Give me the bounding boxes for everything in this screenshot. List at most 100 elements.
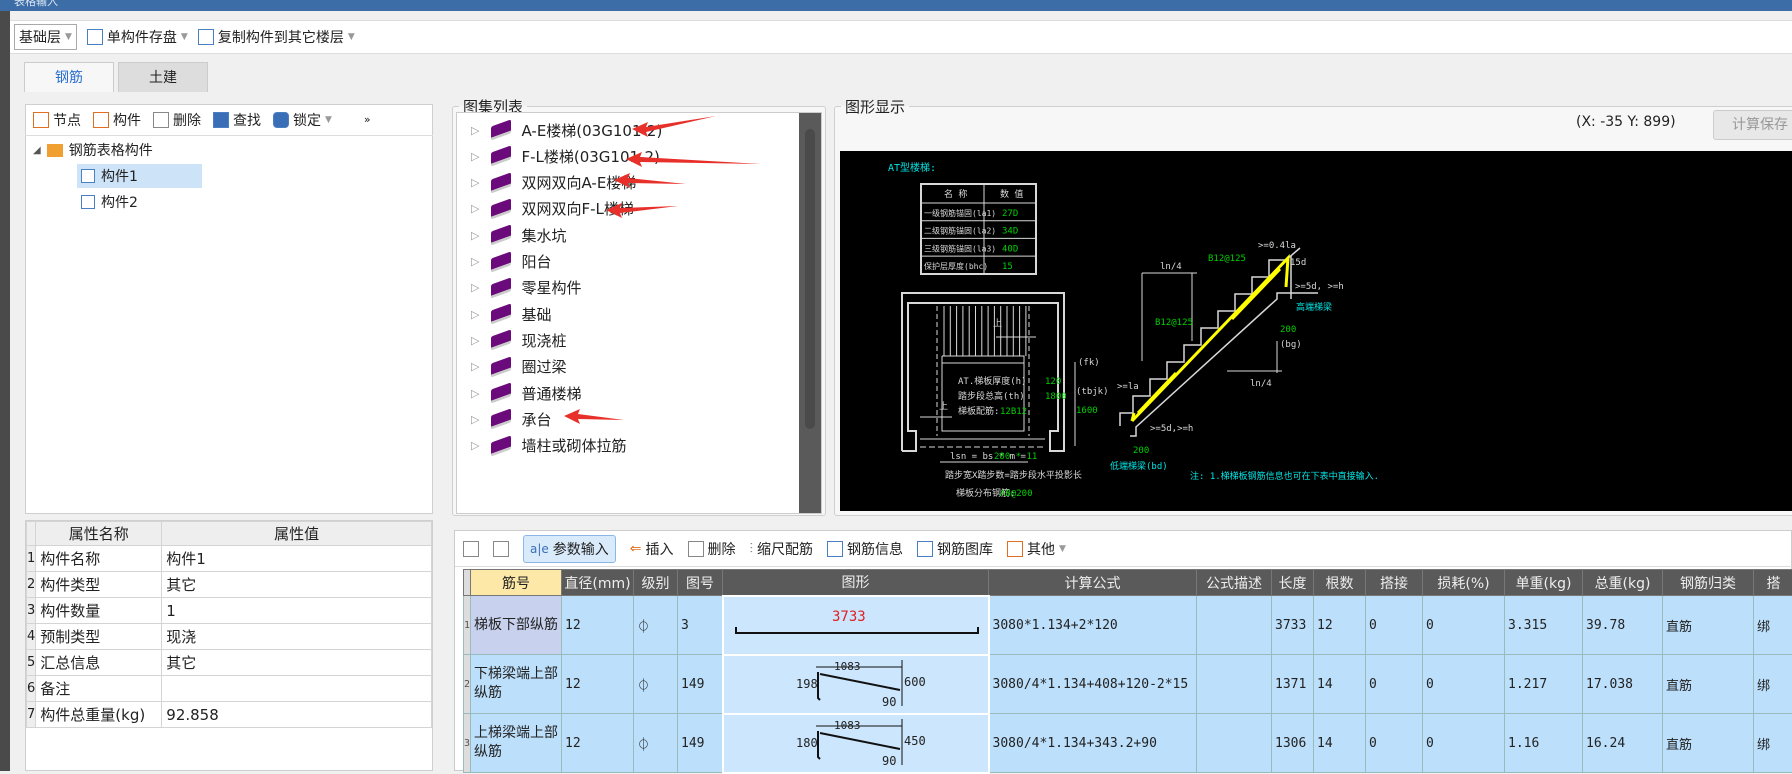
formula-desc-cell[interactable]	[1197, 596, 1272, 655]
add-node-button[interactable]: 节点	[33, 110, 81, 130]
diameter-cell[interactable]: 12	[562, 596, 634, 655]
column-header[interactable]: 钢筋归类	[1663, 570, 1754, 596]
table-row[interactable]: 1梯板下部纵筋12⏀337333080*1.134+2*120373312003…	[464, 596, 1792, 655]
bar-name-cell[interactable]: 梯板下部纵筋	[471, 596, 562, 655]
column-header[interactable]: 单重(kg)	[1505, 570, 1583, 596]
count-cell[interactable]: 12	[1314, 596, 1366, 655]
lock-button[interactable]: 锁定▼	[273, 110, 332, 130]
tree-item-component1[interactable]: 构件1	[77, 164, 202, 188]
shape-cell[interactable]: 3733	[723, 596, 989, 655]
unit-weight-cell[interactable]: 3.315	[1505, 596, 1583, 655]
diameter-cell[interactable]: 12	[562, 655, 634, 714]
lap-cell[interactable]: 0	[1366, 714, 1423, 773]
row-number[interactable]: 3	[464, 714, 471, 773]
lap-cell[interactable]: 0	[1366, 596, 1423, 655]
loss-cell[interactable]: 0	[1423, 655, 1505, 714]
property-value[interactable]	[162, 676, 432, 702]
property-value[interactable]: 其它	[162, 572, 432, 598]
column-header[interactable]: 筋号	[471, 570, 562, 596]
lap-type-cell[interactable]: 绑	[1754, 596, 1792, 655]
column-header[interactable]: 图形	[723, 570, 989, 596]
rebar-library-button[interactable]: 钢筋图库	[917, 539, 993, 559]
find-button[interactable]: 查找	[213, 110, 261, 130]
column-header[interactable]: 公式描述	[1197, 570, 1272, 596]
figure-no-cell[interactable]: 149	[678, 714, 723, 773]
move-down-icon[interactable]	[493, 541, 509, 557]
formula-cell[interactable]: 3080/4*1.134+343.2+90	[989, 714, 1197, 773]
rebar-class-cell[interactable]: 直筋	[1663, 596, 1754, 655]
length-cell[interactable]: 1371	[1272, 655, 1314, 714]
column-header[interactable]: 图号	[678, 570, 723, 596]
grade-cell[interactable]: ⏀	[634, 655, 678, 714]
property-value[interactable]: 92.858	[162, 702, 432, 728]
figure-no-cell[interactable]: 3	[678, 596, 723, 655]
formula-desc-cell[interactable]	[1197, 714, 1272, 773]
loss-cell[interactable]: 0	[1423, 596, 1505, 655]
drawing-note: 注: 1.梯梯板钢筋信息也可在下表中直接输入.	[1190, 470, 1379, 482]
total-weight-cell[interactable]: 16.24	[1583, 714, 1663, 773]
delete-row-button[interactable]: 删除	[688, 539, 736, 559]
property-value[interactable]: 现浇	[162, 624, 432, 650]
property-value[interactable]: 构件1	[162, 546, 432, 572]
unit-weight-cell[interactable]: 1.217	[1505, 655, 1583, 714]
grade-cell[interactable]: ⏀	[634, 714, 678, 773]
row-number[interactable]: 1	[464, 596, 471, 655]
other-button[interactable]: 其他▼	[1007, 539, 1066, 559]
column-header[interactable]: 搭	[1754, 570, 1792, 596]
bar-name-cell[interactable]: 下梯梁端上部纵筋	[471, 655, 562, 714]
property-value[interactable]: 其它	[162, 650, 432, 676]
total-weight-cell[interactable]: 39.78	[1583, 596, 1663, 655]
row-number[interactable]: 2	[464, 655, 471, 714]
lap-type-cell[interactable]: 绑	[1754, 714, 1792, 773]
grade-cell[interactable]: ⏀	[634, 596, 678, 655]
add-component-button[interactable]: 构件	[93, 110, 141, 130]
formula-cell[interactable]: 3080/4*1.134+408+120-2*15	[989, 655, 1197, 714]
column-header[interactable]: 直径(mm)	[562, 570, 634, 596]
tab-civil[interactable]: 土建	[118, 62, 208, 92]
figure-no-cell[interactable]: 149	[678, 655, 723, 714]
table-row[interactable]: 3上梯梁端上部纵筋12⏀1491083180450903080/4*1.134+…	[464, 714, 1792, 773]
count-cell[interactable]: 14	[1314, 655, 1366, 714]
stair-drawing-canvas[interactable]: AT型楼梯:名 称数 值一级钢筋锚固(la1)27D二级钢筋锚固(la2)34D…	[840, 151, 1792, 511]
formula-desc-cell[interactable]	[1197, 655, 1272, 714]
rebar-class-cell[interactable]: 直筋	[1663, 655, 1754, 714]
tree-root[interactable]: ◢钢筋表格构件	[33, 138, 153, 162]
rebar-class-cell[interactable]: 直筋	[1663, 714, 1754, 773]
column-header[interactable]: 总重(kg)	[1583, 570, 1663, 596]
more-button[interactable]: »	[364, 113, 371, 126]
total-weight-cell[interactable]: 17.038	[1583, 655, 1663, 714]
shape-cell[interactable]: 108318045090	[723, 714, 989, 773]
save-single-button[interactable]: 单构件存盘▼	[87, 27, 188, 47]
param-input-button[interactable]: a|e参数输入	[523, 535, 616, 563]
tab-rebar[interactable]: 钢筋	[24, 62, 114, 92]
column-header[interactable]: 计算公式	[989, 570, 1197, 596]
lap-type-cell[interactable]: 绑	[1754, 655, 1792, 714]
rebar-info-button[interactable]: 钢筋信息	[827, 539, 903, 559]
column-header[interactable]: 搭接	[1366, 570, 1423, 596]
move-up-icon[interactable]	[463, 541, 479, 557]
insert-button[interactable]: ⇐插入	[630, 539, 674, 559]
column-header[interactable]: 长度	[1272, 570, 1314, 596]
lap-cell[interactable]: 0	[1366, 655, 1423, 714]
table-row[interactable]: 2下梯梁端上部纵筋12⏀1491083198600903080/4*1.134+…	[464, 655, 1792, 714]
shape-cell[interactable]: 108319860090	[723, 655, 989, 714]
delete-button[interactable]: 删除	[153, 110, 201, 130]
bar-name-cell[interactable]: 上梯梁端上部纵筋	[471, 714, 562, 773]
tree-item-component2[interactable]: 构件2	[77, 190, 138, 214]
scale-rebar-button[interactable]: ⫶缩尺配筋	[750, 539, 814, 559]
formula-cell[interactable]: 3080*1.134+2*120	[989, 596, 1197, 655]
column-header[interactable]: 损耗(%)	[1423, 570, 1505, 596]
length-cell[interactable]: 1306	[1272, 714, 1314, 773]
unit-weight-cell[interactable]: 1.16	[1505, 714, 1583, 773]
node-label: 节点	[53, 110, 81, 130]
length-cell[interactable]: 3733	[1272, 596, 1314, 655]
floor-select[interactable]: 基础层▼	[14, 24, 77, 50]
column-header[interactable]: 根数	[1314, 570, 1366, 596]
column-header[interactable]: 级别	[634, 570, 678, 596]
property-value[interactable]: 1	[162, 598, 432, 624]
loss-cell[interactable]: 0	[1423, 714, 1505, 773]
copy-to-floor-button[interactable]: 复制构件到其它楼层▼	[198, 27, 355, 47]
count-cell[interactable]: 14	[1314, 714, 1366, 773]
calc-save-button[interactable]: 计算保存	[1713, 110, 1792, 140]
diameter-cell[interactable]: 12	[562, 714, 634, 773]
